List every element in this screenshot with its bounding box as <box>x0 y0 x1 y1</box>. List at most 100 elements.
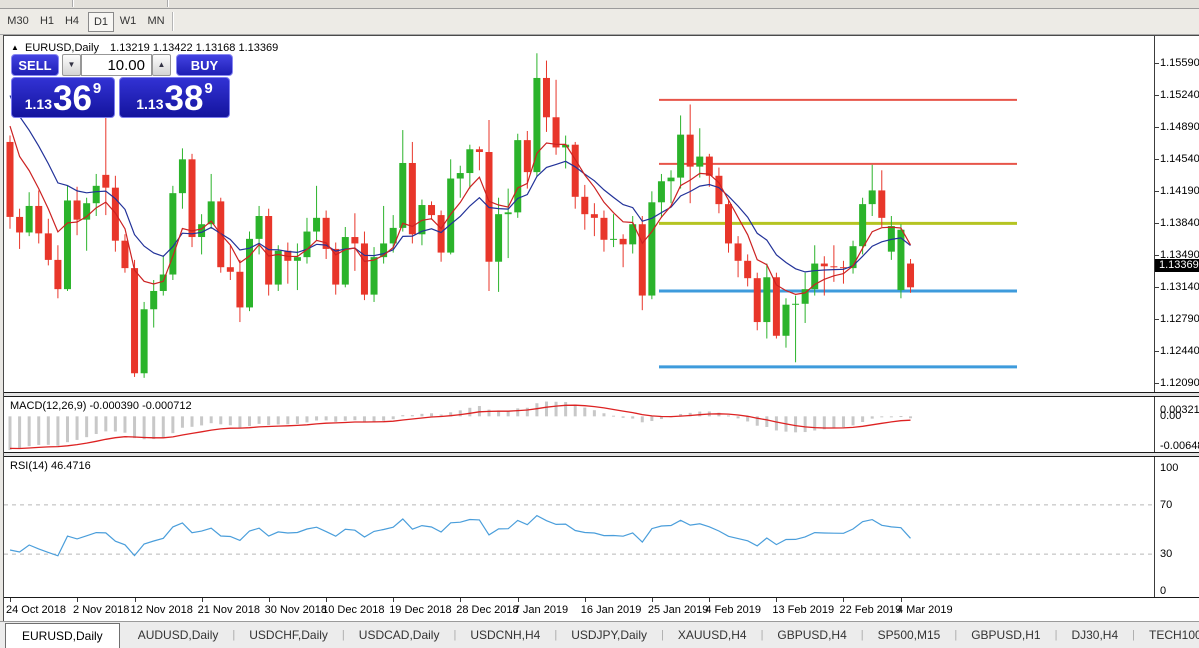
price-axis-label: 1.15590 <box>1160 57 1199 70</box>
date-axis-tick <box>843 598 845 602</box>
toolbar-separator <box>72 0 74 7</box>
tab-usdcad-daily[interactable]: USDCAD,Daily <box>345 622 454 648</box>
date-axis-tick <box>268 598 270 602</box>
date-axis-label: 22 Feb 2019 <box>839 604 902 616</box>
top-toolbar-strip <box>0 0 1199 9</box>
timeframe-toolbar: M30 H1 H4 D1 W1 MN <box>0 9 1199 35</box>
rsi-axis-label: 0 <box>1160 585 1167 597</box>
macd-axis-label: -0.006485 <box>1160 440 1199 452</box>
price-axis-tick <box>1154 159 1159 161</box>
price-axis-label: 1.12790 <box>1160 313 1199 326</box>
tab-audusd-daily[interactable]: AUDUSD,Daily <box>124 622 233 648</box>
price-axis-tick <box>1154 255 1159 257</box>
volume-increase-button[interactable]: ▲ <box>152 54 171 76</box>
price-axis-tick <box>1154 191 1159 193</box>
timeframe-button-w1[interactable]: W1 <box>116 12 140 30</box>
current-price-tag: 1.13369 <box>1155 259 1199 273</box>
date-axis-label: 28 Dec 2018 <box>456 604 519 616</box>
tab-usdjpy-daily[interactable]: USDJPY,Daily <box>557 622 661 648</box>
date-axis-tick <box>900 598 902 602</box>
date-axis-tick <box>460 598 462 602</box>
price-axis-label: 1.14190 <box>1160 185 1199 198</box>
rsi-axis-label: 30 <box>1160 548 1173 561</box>
volume-decrease-button[interactable]: ▼ <box>62 54 81 76</box>
chart-header: ▲ EURUSD,Daily 1.13219 1.13422 1.13168 1… <box>11 42 278 54</box>
price-axis-label: 1.12090 <box>1160 377 1199 390</box>
tab-usdchf-daily[interactable]: USDCHF,Daily <box>235 622 342 648</box>
price-axis-border <box>1154 36 1155 392</box>
date-axis-label: 12 Nov 2018 <box>130 604 193 616</box>
chart-symbol-label: EURUSD,Daily <box>24 42 99 54</box>
macd-label: MACD(12,26,9) -0.000390 -0.000712 <box>10 400 192 412</box>
tab-eurusd-daily[interactable]: EURUSD,Daily <box>5 623 120 648</box>
date-axis-label: 16 Jan 2019 <box>580 604 642 616</box>
date-axis-label: 2 Nov 2018 <box>73 604 130 616</box>
date-axis-tick <box>201 598 203 602</box>
date-axis-label: 21 Nov 2018 <box>197 604 260 616</box>
price-axis-tick <box>1154 95 1159 97</box>
date-axis[interactable]: 24 Oct 2018 2 Nov 2018 12 Nov 2018 21 Nov 2… <box>4 598 1199 622</box>
rsi-value: 46.4716 <box>50 460 91 472</box>
rsi-axis-border <box>1154 457 1155 597</box>
sell-button[interactable]: SELL <box>11 54 59 76</box>
chart-window: ▲ EURUSD,Daily 1.13219 1.13422 1.13168 1… <box>3 35 1199 622</box>
buy-price-base: 1.13 <box>136 96 164 112</box>
date-axis-label: 13 Feb 2019 <box>772 604 835 616</box>
date-axis-label: 19 Dec 2018 <box>389 604 452 616</box>
price-axis-tick <box>1154 383 1159 385</box>
date-axis-tick <box>709 598 711 602</box>
macd-values: -0.000390 -0.000712 <box>89 400 192 412</box>
date-axis-tick <box>326 598 328 602</box>
price-axis-label: 1.14890 <box>1160 121 1199 134</box>
date-axis-label: 7 Jan 2019 <box>513 604 569 616</box>
price-axis-label: 1.15240 <box>1160 89 1199 102</box>
date-axis-tick <box>393 598 395 602</box>
date-axis-label: 30 Nov 2018 <box>264 604 328 616</box>
price-axis-label: 1.14540 <box>1160 153 1199 166</box>
chart-tab-bar: EURUSD,Daily AUDUSD,Daily | USDCHF,Daily | US… <box>0 621 1199 648</box>
timeframe-button-h1[interactable]: H1 <box>36 12 58 30</box>
sell-price-base: 1.13 <box>24 96 52 112</box>
macd-panel[interactable]: MACD(12,26,9) -0.000390 -0.000712 0.0032… <box>4 397 1199 452</box>
date-axis-label: 4 Feb 2019 <box>705 604 761 616</box>
timeframe-button-mn[interactable]: MN <box>144 12 168 30</box>
tab-xauusd-h4[interactable]: XAUUSD,H4 <box>664 622 761 648</box>
rsi-axis-label: 70 <box>1160 498 1173 511</box>
timeframe-button-d1[interactable]: D1 <box>88 12 114 32</box>
main-chart-panel[interactable]: ▲ EURUSD,Daily 1.13219 1.13422 1.13168 1… <box>4 36 1199 392</box>
collapse-icon[interactable]: ▲ <box>11 43 19 52</box>
tab-usdcnh-h4[interactable]: USDCNH,H4 <box>456 622 554 648</box>
macd-axis-border <box>1154 397 1155 452</box>
rsi-panel[interactable]: RSI(14) 46.4716 100 70 30 0 <box>4 457 1199 597</box>
sell-price-display[interactable]: 1.13 36 9 <box>11 77 115 118</box>
timeframe-button-h4[interactable]: H4 <box>60 12 84 30</box>
chart-ohlc-values: 1.13219 1.13422 1.13168 1.13369 <box>110 42 279 54</box>
date-axis-label: 10 Dec 2018 <box>322 604 385 616</box>
tab-sp500-m15[interactable]: SP500,M15 <box>864 622 955 648</box>
price-axis-tick <box>1154 223 1159 225</box>
date-axis-tick <box>77 598 79 602</box>
price-axis-tick <box>1154 319 1159 321</box>
one-click-trade-widget: SELL ▼ ▲ BUY 1.13 36 9 1.13 38 9 <box>11 54 233 118</box>
rsi-chart[interactable] <box>4 457 1154 597</box>
buy-price-display[interactable]: 1.13 38 9 <box>119 77 230 118</box>
tab-gbpusd-h4[interactable]: GBPUSD,H4 <box>763 622 860 648</box>
rsi-axis-label: 100 <box>1160 462 1179 474</box>
sell-price-point: 9 <box>92 80 102 97</box>
tab-tech100-h1[interactable]: TECH100,H1 <box>1135 622 1199 648</box>
date-axis-tick <box>776 598 778 602</box>
rsi-name: RSI(14) <box>10 460 48 472</box>
buy-button[interactable]: BUY <box>176 54 233 76</box>
timeframe-button-m30[interactable]: M30 <box>4 12 32 30</box>
tab-dj30-h4[interactable]: DJ30,H4 <box>1057 622 1132 648</box>
date-axis-tick <box>10 598 11 602</box>
volume-input[interactable] <box>81 54 152 76</box>
buy-price-pips: 38 <box>164 79 204 118</box>
date-axis-tick <box>517 598 519 602</box>
buy-price-point: 9 <box>204 80 213 97</box>
rsi-label: RSI(14) 46.4716 <box>10 460 91 472</box>
tabs-container: EURUSD,Daily AUDUSD,Daily | USDCHF,Daily | US… <box>0 622 1199 648</box>
tab-gbpusd-h1[interactable]: GBPUSD,H1 <box>957 622 1054 648</box>
date-axis-label: 25 Jan 2019 <box>647 604 709 616</box>
macd-name: MACD(12,26,9) <box>10 400 87 412</box>
